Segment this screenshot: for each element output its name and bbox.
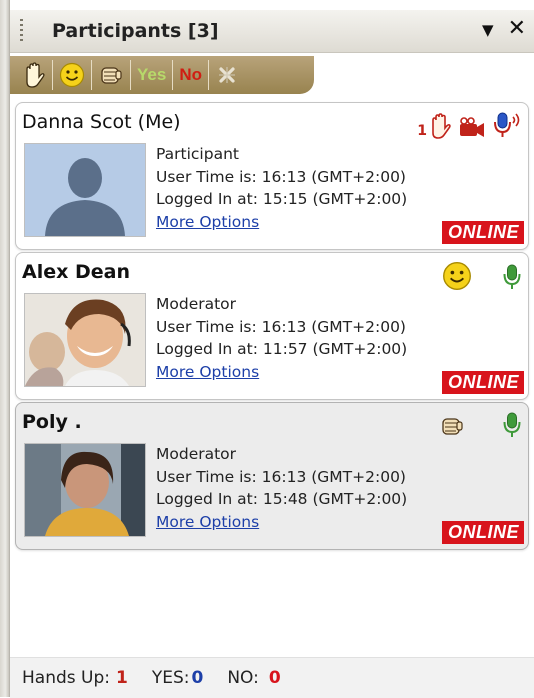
panel-title-bar[interactable]: Participants [3] ▼ ✕: [10, 10, 534, 53]
clear-feedback-button[interactable]: [209, 60, 245, 90]
window-frame-edge: [0, 0, 10, 697]
smiley-icon: [443, 262, 471, 290]
more-options-link[interactable]: More Options: [156, 361, 407, 384]
panel-title: Participants [3]: [52, 20, 219, 42]
applause-button[interactable]: [92, 60, 131, 90]
participant-role: Moderator: [156, 295, 237, 313]
logged-in-time: Logged In at: 11:57 (GMT+2:00): [156, 340, 408, 358]
feedback-summary-bar: Hands Up: 1 YES: 0 NO: 0: [10, 657, 534, 698]
participants-panel: Participants [3] ▼ ✕ Yes No Danna Scot (…: [10, 0, 534, 698]
clapping-hands-icon: [442, 418, 463, 435]
participant-name: Danna Scot (Me): [22, 111, 181, 133]
smiley-icon: [59, 62, 85, 88]
online-status-badge: ONLINE: [441, 521, 524, 544]
participant-role: Moderator: [156, 445, 237, 463]
participant-photo: [24, 293, 146, 387]
feedback-toolbar: Yes No: [10, 56, 314, 94]
no-button[interactable]: No: [173, 60, 209, 90]
raise-hand-button[interactable]: [16, 60, 53, 90]
drag-grip-icon[interactable]: [20, 19, 23, 43]
participant-card[interactable]: Alex Dean Moderator User Time is: 16:13 …: [15, 252, 529, 400]
no-count: 0: [268, 668, 281, 688]
yes-button[interactable]: Yes: [131, 60, 174, 90]
participant-name: Poly .: [22, 411, 82, 433]
no-label: NO:: [227, 668, 259, 688]
more-options-link[interactable]: More Options: [156, 211, 407, 234]
logged-in-time: Logged In at: 15:15 (GMT+2:00): [156, 190, 408, 208]
participant-photo: [24, 443, 146, 537]
close-icon[interactable]: ✕: [508, 18, 526, 42]
raise-hand-icon: [26, 62, 45, 88]
yes-count: 0: [191, 668, 204, 688]
online-status-badge: ONLINE: [441, 371, 524, 394]
yes-label: YES:: [151, 668, 190, 688]
hand-raise-count: 1: [417, 123, 427, 139]
logged-in-time: Logged In at: 15:48 (GMT+2:00): [156, 490, 408, 508]
smile-button[interactable]: [53, 60, 92, 90]
microphone-icon[interactable]: [502, 411, 522, 439]
clapping-hands-icon: [101, 67, 122, 84]
user-time: User Time is: 16:13 (GMT+2:00): [156, 167, 406, 186]
dropdown-arrow-icon[interactable]: ▼: [482, 18, 494, 42]
more-options-link[interactable]: More Options: [156, 511, 407, 534]
participant-role: Participant: [156, 145, 239, 163]
hands-up-count: 1: [116, 668, 128, 688]
online-status-badge: ONLINE: [441, 221, 524, 244]
clear-icon: [218, 67, 235, 83]
microphone-active-icon[interactable]: [492, 111, 522, 139]
video-camera-icon[interactable]: [458, 117, 486, 139]
raised-hand-icon: [432, 113, 451, 139]
default-avatar: [24, 143, 146, 237]
user-time: User Time is: 16:13 (GMT+2:00): [156, 317, 406, 336]
hands-up-label: Hands Up:: [22, 668, 110, 688]
participant-name: Alex Dean: [22, 261, 130, 283]
participant-card[interactable]: Danna Scot (Me) 1 Participant User Time …: [15, 102, 529, 250]
participant-card[interactable]: Poly . Moderator User Time is: 16:13 (GM…: [15, 402, 529, 550]
microphone-icon[interactable]: [502, 263, 522, 291]
user-time: User Time is: 16:13 (GMT+2:00): [156, 467, 406, 486]
